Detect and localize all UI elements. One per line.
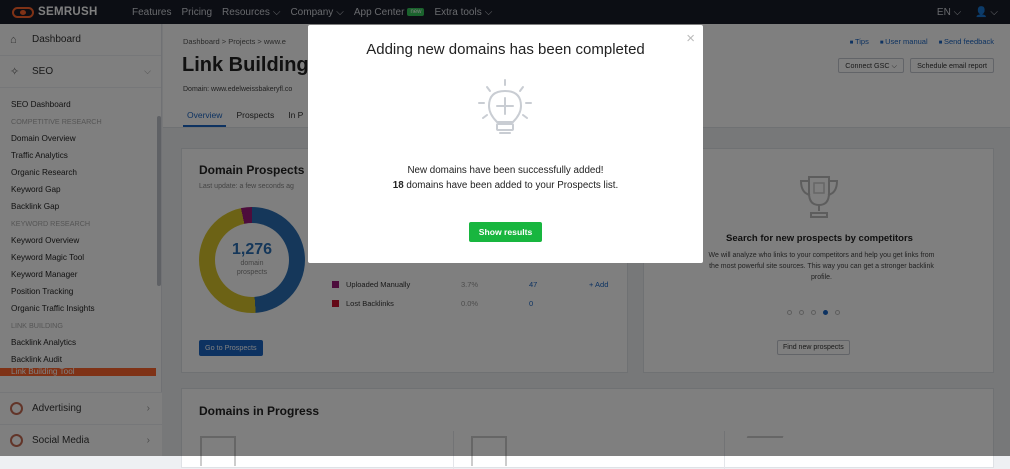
domains-added-modal: × Adding new domains has been completed … <box>308 25 703 263</box>
added-count: 18 <box>392 180 404 191</box>
lightbulb-plus-icon <box>478 79 532 134</box>
modal-message: New domains have been successfully added… <box>392 165 619 191</box>
show-results-button[interactable]: Show results <box>469 222 542 242</box>
modal-title: Adding new domains has been completed <box>366 41 645 58</box>
